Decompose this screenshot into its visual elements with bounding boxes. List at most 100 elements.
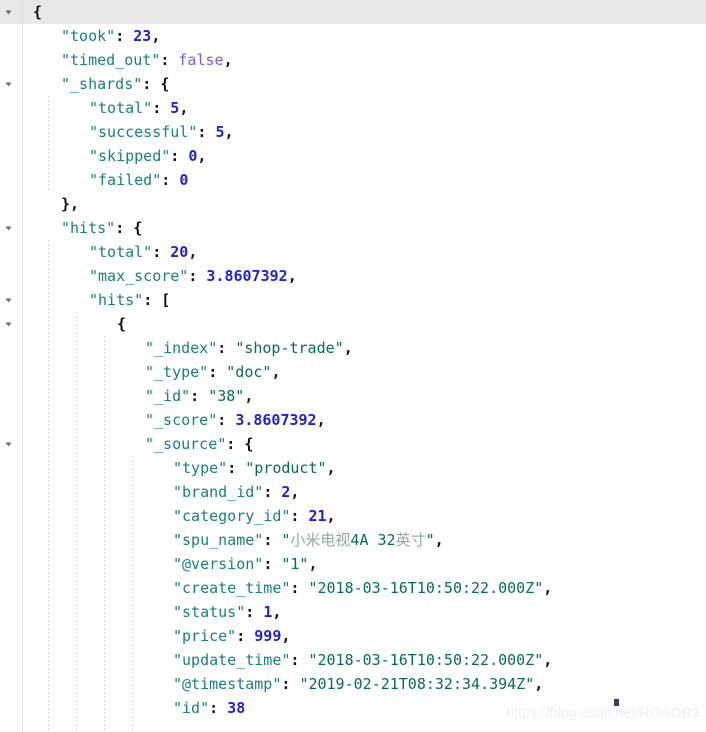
token-b: false — [178, 51, 224, 69]
token-n: 999 — [254, 627, 282, 645]
code-line[interactable]: { — [22, 0, 706, 24]
token-p: , — [543, 651, 553, 669]
code-line[interactable]: "_shards": { — [22, 72, 706, 96]
code-line[interactable]: "_type": "doc", — [22, 360, 706, 384]
token-p: : — [263, 555, 282, 573]
token-p: , — [223, 51, 233, 69]
token-k: "hits" — [89, 291, 144, 309]
code-line[interactable]: "timed_out": false, — [22, 48, 706, 72]
editor-gutter[interactable] — [0, 0, 23, 732]
code-line[interactable]: "type": "product", — [22, 456, 706, 480]
token-k: "failed" — [89, 171, 162, 189]
code-line[interactable]: "hits": { — [22, 216, 706, 240]
token-k: "max_score" — [89, 267, 189, 285]
token-p: : { — [226, 435, 254, 453]
token-p: : — [227, 459, 246, 477]
token-p: : { — [142, 75, 170, 93]
token-k: "_shards" — [61, 75, 143, 93]
token-k: "hits" — [61, 219, 116, 237]
token-k: "total" — [89, 243, 153, 261]
token-p: : — [263, 483, 282, 501]
token-k: "type" — [173, 459, 228, 477]
token-k: "create_time" — [173, 579, 291, 597]
token-p: , — [224, 123, 234, 141]
code-line[interactable]: "_id": "38", — [22, 384, 706, 408]
token-n: 20 — [170, 243, 189, 261]
token-k: "_type" — [145, 363, 209, 381]
token-p: , — [290, 483, 300, 501]
token-p: , — [287, 267, 297, 285]
token-k: "_index" — [145, 339, 218, 357]
code-line[interactable]: "id": 38 — [22, 696, 706, 720]
code-line[interactable]: "total": 20, — [22, 240, 706, 264]
code-line[interactable]: "_source": { — [22, 432, 706, 456]
token-k: "category_id" — [173, 507, 291, 525]
code-line[interactable]: "skipped": 0, — [22, 144, 706, 168]
token-s: 4A 32 — [350, 531, 396, 549]
token-k: "spu_name" — [173, 531, 264, 549]
token-p: , — [271, 363, 281, 381]
token-k: "_id" — [145, 387, 191, 405]
code-line[interactable]: "create_time": "2018-03-16T10:50:22.000Z… — [22, 576, 706, 600]
token-p: , — [151, 27, 161, 45]
token-k: "total" — [89, 99, 153, 117]
code-line[interactable]: "took": 23, — [22, 24, 706, 48]
token-s: " — [425, 531, 435, 549]
json-code-viewer[interactable]: {"took": 23, "timed_out": false, "_shards"… — [0, 0, 706, 732]
token-p: : — [290, 651, 309, 669]
token-p: , — [543, 579, 553, 597]
code-line[interactable]: "_score": 3.8607392, — [22, 408, 706, 432]
code-line[interactable]: "update_time": "2018-03-16T10:50:22.000Z… — [22, 648, 706, 672]
code-line[interactable]: "failed": 0 — [22, 168, 706, 192]
fold-shards-object[interactable] — [5, 72, 14, 96]
fold-hits-array[interactable] — [5, 288, 14, 312]
token-n: 0 — [179, 171, 189, 189]
token-k: "timed_out" — [61, 51, 161, 69]
token-p: , — [434, 531, 444, 549]
token-p: }, — [61, 195, 80, 213]
token-p: , — [534, 675, 544, 693]
token-cn: 小米电视 — [290, 531, 351, 549]
code-line[interactable]: "successful": 5, — [22, 120, 706, 144]
fold-hits-object[interactable] — [5, 216, 14, 240]
code-line[interactable]: "hits": [ — [22, 288, 706, 312]
fold-root-object[interactable] — [5, 0, 14, 24]
token-k: "brand_id" — [173, 483, 264, 501]
token-k: "_source" — [145, 435, 227, 453]
token-n: 3.8607392 — [206, 267, 288, 285]
token-s: "2019-02-21T08:32:34.394Z" — [299, 675, 535, 693]
token-p: : — [197, 123, 216, 141]
code-line[interactable]: "_index": "shop-trade", — [22, 336, 706, 360]
token-p: , — [281, 627, 291, 645]
code-line[interactable]: "brand_id": 2, — [22, 480, 706, 504]
fold-hit-item-object[interactable] — [5, 312, 14, 336]
token-p: , — [316, 411, 326, 429]
token-p: { — [117, 315, 127, 333]
token-s: "doc" — [226, 363, 272, 381]
code-line[interactable]: "category_id": 21, — [22, 504, 706, 528]
token-p: : — [217, 339, 236, 357]
code-line[interactable]: "spu_name": "小米电视4A 32英寸", — [22, 528, 706, 552]
code-line[interactable]: "price": 999, — [22, 624, 706, 648]
token-n: 1 — [263, 603, 273, 621]
code-line[interactable]: "status": 1, — [22, 600, 706, 624]
code-line[interactable]: "@timestamp": "2019-02-21T08:32:34.394Z"… — [22, 672, 706, 696]
token-p: : — [263, 531, 282, 549]
code-line[interactable]: "@version": "1", — [22, 552, 706, 576]
token-k: "price" — [173, 627, 237, 645]
token-p: : — [190, 387, 209, 405]
code-line[interactable]: { — [22, 312, 706, 336]
code-line[interactable]: "max_score": 3.8607392, — [22, 264, 706, 288]
fold-source-object[interactable] — [5, 432, 14, 456]
token-p: : — [152, 243, 171, 261]
token-n: 3.8607392 — [235, 411, 317, 429]
token-n: 21 — [308, 507, 327, 525]
token-p: : — [217, 411, 236, 429]
code-line[interactable]: "total": 5, — [22, 96, 706, 120]
code-line[interactable]: }, — [22, 192, 706, 216]
token-p: , — [188, 243, 198, 261]
token-n: 38 — [227, 699, 246, 717]
code-content[interactable]: {"took": 23, "timed_out": false, "_shards"… — [22, 0, 706, 732]
token-k: "id" — [173, 699, 210, 717]
token-k: "update_time" — [173, 651, 291, 669]
